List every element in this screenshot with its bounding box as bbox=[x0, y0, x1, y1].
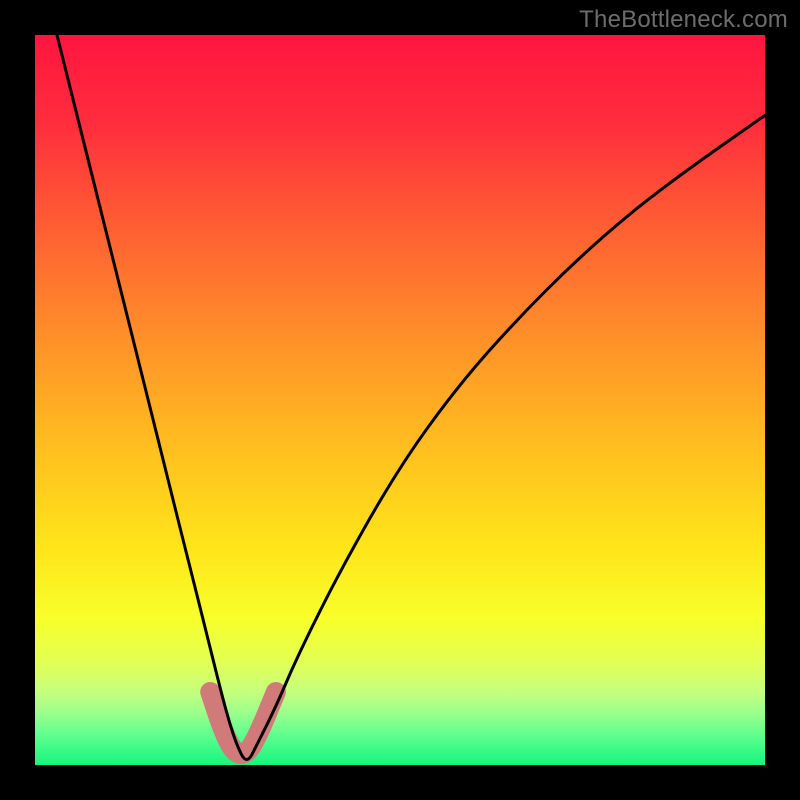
app-frame: TheBottleneck.com bbox=[0, 0, 800, 800]
bottleneck-chart bbox=[35, 35, 765, 765]
watermark-text: TheBottleneck.com bbox=[579, 6, 788, 34]
heat-background bbox=[35, 35, 765, 765]
plot-area bbox=[35, 35, 765, 765]
